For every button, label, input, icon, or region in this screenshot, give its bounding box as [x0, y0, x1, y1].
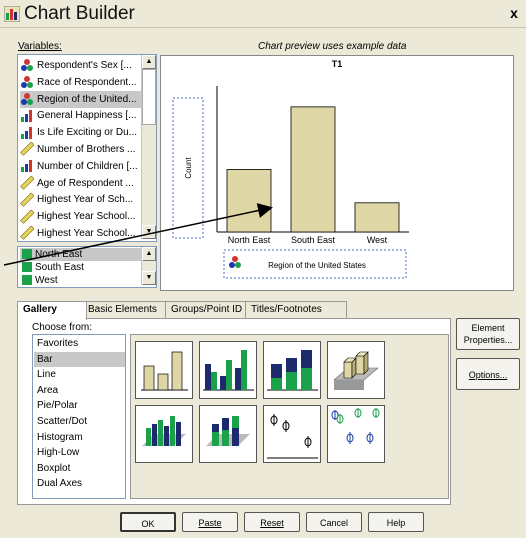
3d-stacked-bar-icon: [206, 416, 250, 446]
nominal-icon: [20, 58, 34, 72]
element-properties-label-1: Element: [471, 323, 505, 333]
3d-clustered-bar-icon: [142, 416, 186, 446]
scroll-thumb[interactable]: [142, 69, 156, 125]
chart-type-item[interactable]: Line: [34, 367, 125, 382]
stacked-bar-thumb[interactable]: [263, 341, 321, 399]
stacked-bar-icon: [267, 350, 318, 391]
chart-builder-window: Chart Builder x Variables: Respondent's …: [0, 0, 526, 538]
simple-bar-thumb[interactable]: [135, 341, 193, 399]
paste-button[interactable]: Paste: [182, 512, 238, 532]
tab-groups-point-id[interactable]: Groups/Point ID: [165, 301, 249, 318]
variable-item-label: Respondent's Sex [...: [37, 60, 132, 71]
variable-item-label: Race of Respondent...: [37, 76, 137, 88]
options-button[interactable]: Options...: [456, 358, 520, 390]
clustered-bar-icon: [203, 350, 254, 391]
window-title: Chart Builder: [24, 3, 135, 24]
variable-item-label: General Happiness [...: [37, 110, 137, 122]
y-axis-label: Count: [184, 157, 193, 179]
category-swatch-icon: [22, 275, 32, 286]
category-item[interactable]: West: [20, 274, 156, 287]
variable-item[interactable]: Number of Brothers ...: [20, 141, 156, 158]
x-tick-label: South East: [291, 235, 336, 245]
paste-label: Paste: [198, 518, 222, 528]
chart-builder-icon: [4, 6, 20, 22]
variable-item-label: Number of Children [...: [37, 160, 138, 172]
help-label: Help: [386, 518, 406, 528]
title-bar: Chart Builder x: [0, 0, 526, 28]
choose-from-label: Choose from:: [32, 322, 93, 333]
variable-item[interactable]: Number of Children [...: [20, 158, 156, 175]
error-bar-thumb[interactable]: [263, 405, 321, 463]
clustered-error-bar-thumb[interactable]: [327, 405, 385, 463]
annotation-arrow: [3, 203, 273, 266]
element-properties-button[interactable]: Element Properties...: [456, 318, 520, 350]
variable-item[interactable]: Region of the United...: [20, 90, 156, 108]
3d-clustered-bar-thumb[interactable]: [135, 405, 193, 463]
nominal-icon: [20, 92, 34, 106]
variables-label: Variables:: [18, 41, 62, 52]
clustered-bar-thumb[interactable]: [199, 341, 257, 399]
chart-type-item[interactable]: Bar: [34, 351, 125, 367]
gallery-panel: Choose from: Favorites Bar Line Area Pie/Pol…: [17, 318, 451, 505]
bar: [290, 106, 336, 233]
chart-type-item[interactable]: Dual Axes: [34, 476, 125, 491]
chart-type-item[interactable]: Pie/Polar: [34, 398, 125, 413]
scale-icon: [20, 141, 35, 157]
help-button[interactable]: Help: [368, 512, 424, 532]
chart-title: T1: [332, 59, 343, 69]
scroll-down-icon[interactable]: ▼: [142, 271, 156, 285]
x-axis-label: Region of the United States: [268, 261, 366, 270]
tab-gallery[interactable]: Gallery: [17, 301, 87, 320]
preview-note: Chart preview uses example data: [258, 41, 407, 52]
x-tick-label: West: [367, 235, 388, 245]
ordinal-icon: [20, 126, 34, 140]
scroll-up-icon[interactable]: ▲: [142, 55, 156, 69]
ok-button[interactable]: OK: [120, 512, 176, 532]
chart-type-item[interactable]: Histogram: [34, 430, 125, 445]
3d-bar-icon: [333, 351, 379, 390]
chart-type-item[interactable]: Area: [34, 383, 125, 398]
reset-button[interactable]: Reset: [244, 512, 300, 532]
category-item-label: West: [35, 275, 58, 286]
3d-bar-thumb[interactable]: [327, 341, 385, 399]
chart-type-item[interactable]: High-Low: [34, 445, 125, 460]
tab-basic-elements[interactable]: Basic Elements: [82, 301, 170, 318]
variable-item[interactable]: Is Life Exciting or Du...: [20, 124, 156, 141]
variable-item[interactable]: Race of Respondent...: [20, 74, 156, 91]
clustered-error-bar-icon: [331, 408, 380, 444]
reset-label: Reset: [260, 518, 284, 528]
chart-type-item[interactable]: Favorites: [34, 336, 125, 351]
variable-item[interactable]: Respondent's Sex [...: [20, 57, 156, 74]
variable-item-label: Is Life Exciting or Du...: [37, 127, 138, 139]
chart-type-item[interactable]: Boxplot: [34, 461, 125, 476]
variables-label-text: Variables:: [18, 41, 62, 52]
simple-bar-icon: [141, 351, 188, 391]
chart-type-list[interactable]: Favorites Bar Line Area Pie/Polar Scatter/Dot…: [32, 334, 126, 499]
variable-item-label: Number of Brothers ...: [37, 144, 136, 155]
cancel-label: Cancel: [319, 518, 348, 528]
nominal-icon: [20, 75, 34, 89]
options-label: Options...: [468, 370, 508, 380]
variable-item[interactable]: General Happiness [...: [20, 107, 156, 124]
close-icon[interactable]: x: [507, 6, 521, 20]
cancel-button[interactable]: Cancel: [306, 512, 362, 532]
ok-label: OK: [141, 519, 155, 529]
ordinal-icon: [20, 109, 34, 123]
bar: [354, 202, 400, 233]
chart-type-item[interactable]: Scatter/Dot: [34, 414, 125, 429]
ordinal-icon: [20, 159, 34, 173]
3d-stacked-bar-thumb[interactable]: [199, 405, 257, 463]
gallery-thumbnails: [130, 334, 449, 499]
variable-item-label: Region of the United...: [37, 93, 137, 105]
element-properties-label-2: Properties...: [463, 335, 513, 345]
tab-titles-footnotes[interactable]: Titles/Footnotes: [245, 301, 347, 318]
error-bar-icon: [267, 414, 318, 459]
